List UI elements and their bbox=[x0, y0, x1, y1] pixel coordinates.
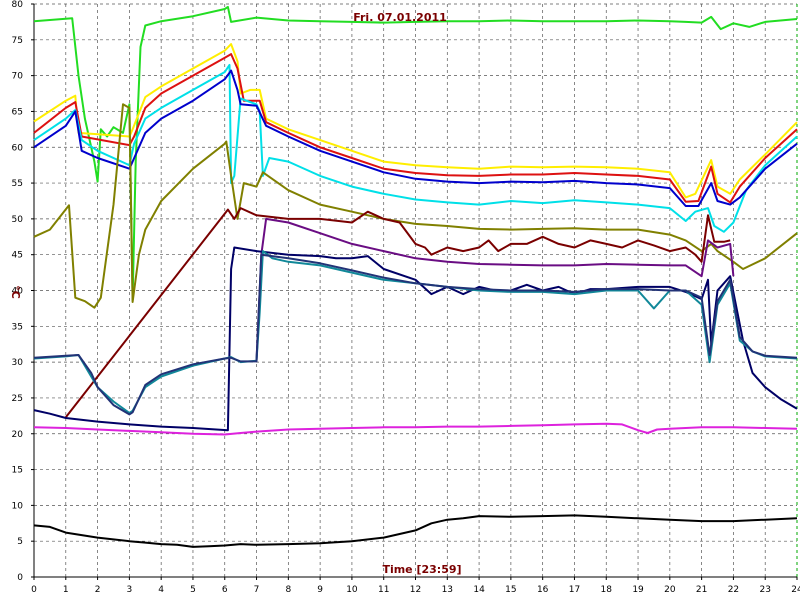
y-tick-label: 50 bbox=[12, 215, 24, 225]
x-tick-label: 6 bbox=[222, 585, 228, 595]
x-tick-label: 0 bbox=[31, 585, 37, 595]
chart-title: Fri. 07.01.2011 bbox=[353, 11, 447, 24]
x-tick-label: 12 bbox=[410, 585, 421, 595]
x-tick-label: 18 bbox=[601, 585, 613, 595]
y-tick-label: 20 bbox=[12, 430, 24, 440]
y-tick-label: 45 bbox=[12, 251, 23, 261]
y-tick-label: 35 bbox=[12, 322, 23, 332]
line-chart: 051015202530354045505560657075800 1 2 3 4 5 6 7… bbox=[0, 0, 800, 600]
x-tick-label: 9 bbox=[317, 585, 323, 595]
x-axis-title: Time [23:59] bbox=[382, 563, 461, 576]
y-tick-label: 0 bbox=[17, 573, 23, 583]
x-tick-label: 8 bbox=[285, 585, 291, 595]
x-tick-label: 1 bbox=[63, 585, 69, 595]
y-tick-label: 75 bbox=[12, 36, 23, 46]
x-tick-label: 22 bbox=[728, 585, 739, 595]
y-tick-label: 55 bbox=[12, 179, 23, 189]
x-tick-label: 2 bbox=[95, 585, 101, 595]
x-tick-label: 21 bbox=[696, 585, 707, 595]
x-tick-label: 20 bbox=[664, 585, 676, 595]
x-tick-label: 16 bbox=[537, 585, 549, 595]
y-tick-label: 15 bbox=[12, 466, 23, 476]
y-tick-label: 80 bbox=[12, 0, 24, 10]
x-tick-label: 11 bbox=[378, 585, 389, 595]
y-tick-label: 10 bbox=[12, 501, 24, 511]
y-tick-label: 25 bbox=[12, 394, 23, 404]
y-tick-label: 65 bbox=[12, 107, 23, 117]
y-tick-label: 60 bbox=[12, 143, 24, 153]
y-tick-label: 30 bbox=[12, 358, 24, 368]
x-tick-label: 15 bbox=[505, 585, 516, 595]
x-tick-label: 14 bbox=[473, 585, 485, 595]
x-tick-label: 7 bbox=[254, 585, 260, 595]
x-tick-label: 24 bbox=[791, 585, 800, 595]
chart-root: 0 5 10 15 20 25 30 35 40 45 50 55 60 65 70 75 80 0 1 2 3 4 5 6 7… bbox=[0, 0, 800, 600]
x-tick-label: 10 bbox=[346, 585, 358, 595]
chart-background bbox=[0, 0, 800, 600]
x-tick-label: 19 bbox=[632, 585, 644, 595]
y-tick-label: 5 bbox=[17, 537, 23, 547]
x-tick-label: 17 bbox=[569, 585, 580, 595]
x-tick-label: 4 bbox=[158, 585, 164, 595]
x-tick-label: 5 bbox=[190, 585, 196, 595]
x-tick-label: 23 bbox=[759, 585, 770, 595]
x-tick-label: 13 bbox=[442, 585, 453, 595]
y-axis-title: °C bbox=[9, 285, 22, 299]
y-tick-label: 70 bbox=[12, 72, 24, 82]
x-tick-label: 3 bbox=[127, 585, 133, 595]
